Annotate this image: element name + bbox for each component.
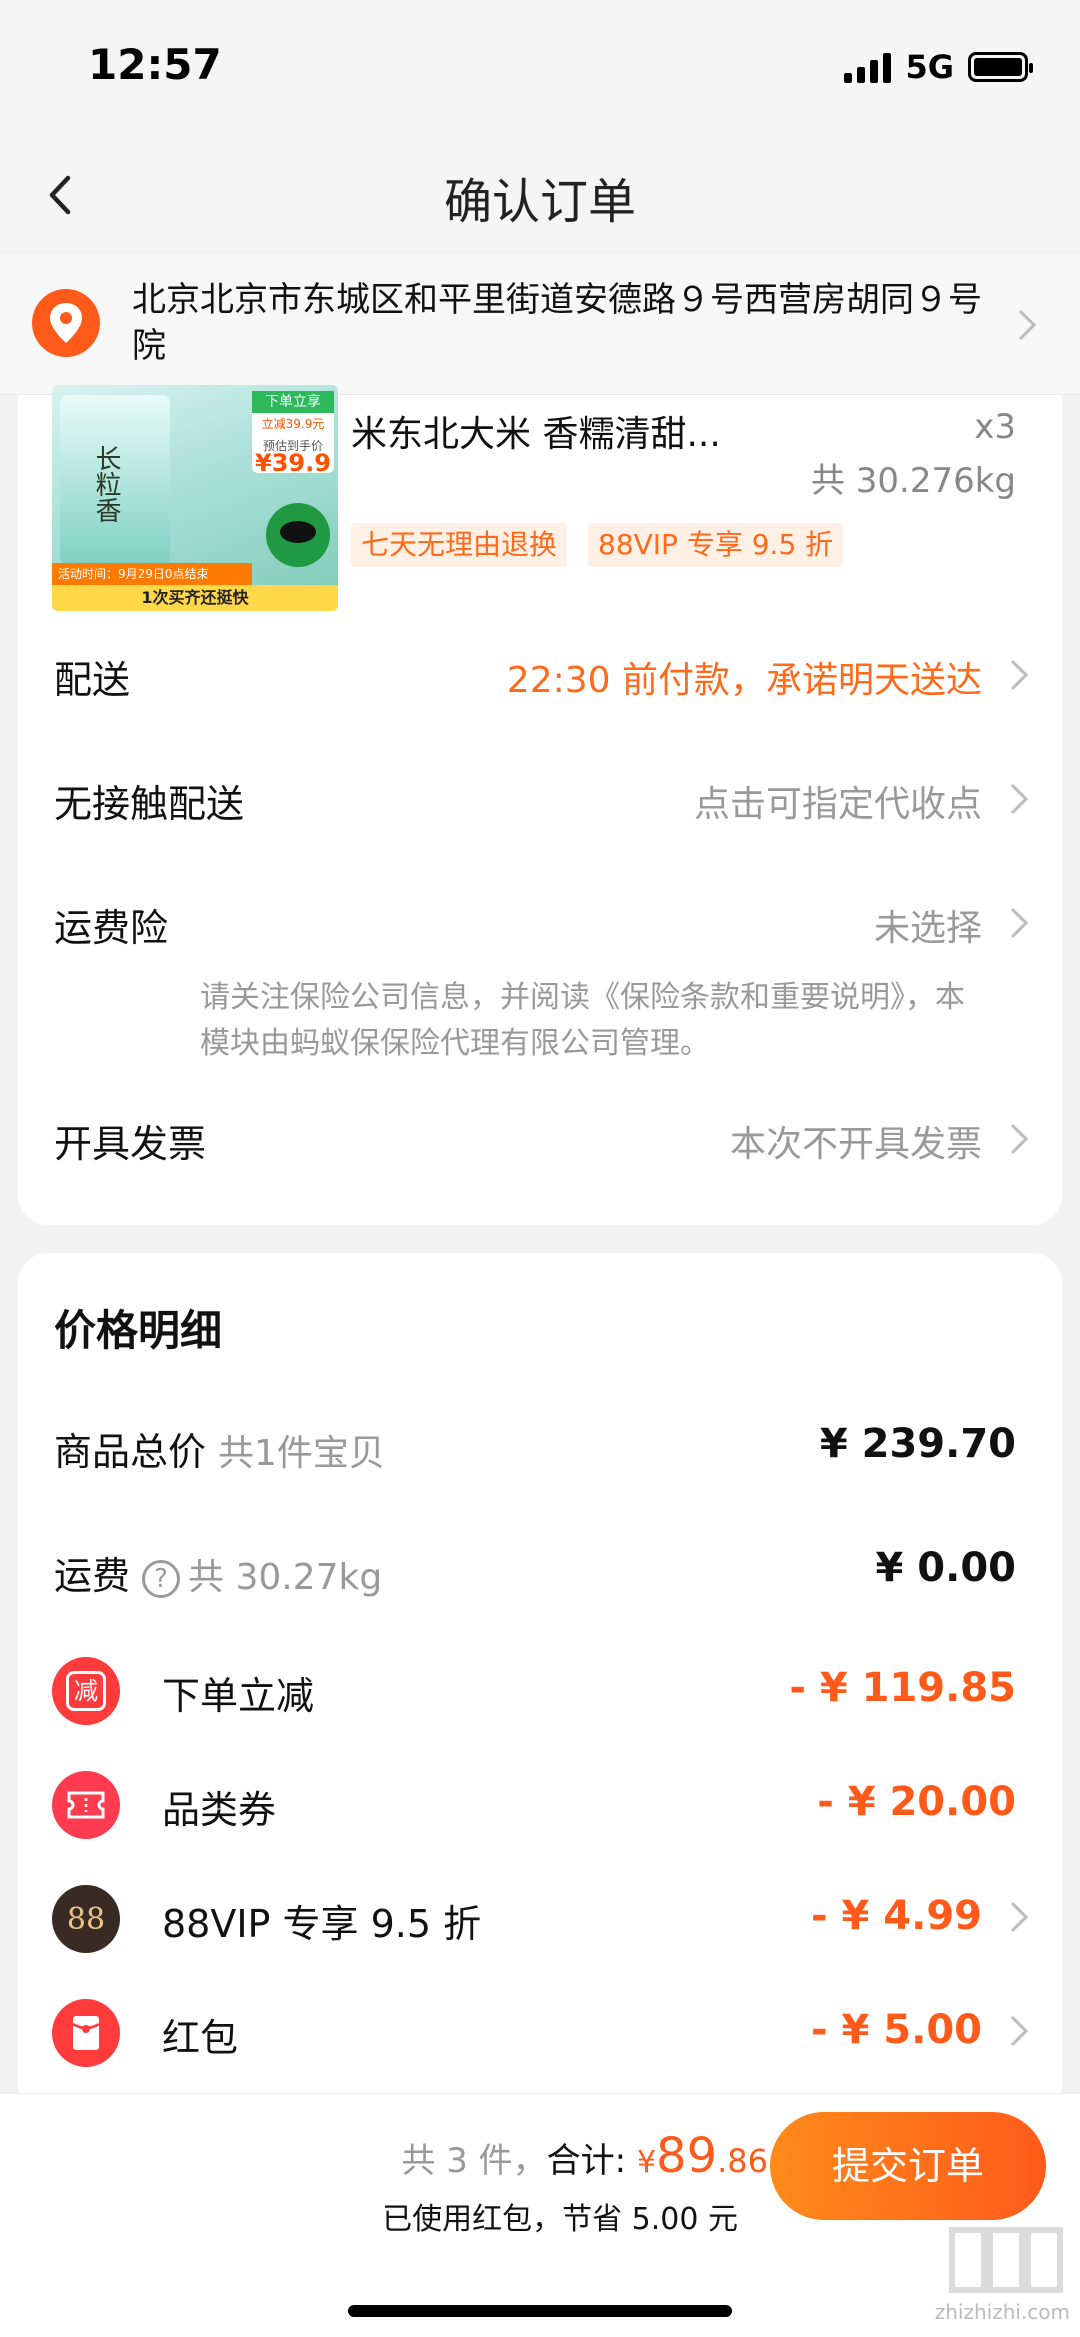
insurance-value[interactable]: 未选择 — [874, 899, 982, 951]
product-weight: 共 30.276kg — [810, 461, 1016, 501]
watermark-text: zhizhizhi.com — [934, 2300, 1070, 2324]
reduce-icon: 减 — [52, 1657, 120, 1725]
discount-reduce-value: - ¥ 119.85 — [789, 1665, 1016, 1711]
nav-bar: 确认订单 — [0, 140, 1080, 255]
chevron-right-icon — [1010, 1901, 1029, 1933]
location-pin-icon — [32, 289, 100, 357]
signal-icon — [844, 51, 892, 83]
coupon-icon — [52, 1771, 120, 1839]
status-bar: 12:57 5G — [0, 0, 1080, 140]
price-detail-card: 价格明细 商品总价 共1件宝贝 ¥ 239.70 运费? 共 30.27kg ¥ 0… — [18, 1253, 1062, 2113]
submit-order-button[interactable]: 提交订单 — [770, 2112, 1046, 2220]
product-title[interactable]: 米东北大米 香糯清甜... — [351, 405, 721, 457]
checkout-bar: 共 3 件，合计: ¥89.86 已使用红包，节省 5.00 元 提交订单 — [0, 2093, 1080, 2337]
goods-total-label: 商品总价 共1件宝贝 — [54, 1421, 385, 1476]
chevron-right-icon — [1010, 783, 1029, 815]
goods-total-label-text: 商品总价 — [54, 1430, 207, 1474]
section-title: 价格明细 — [54, 1306, 223, 1355]
goods-total-value: ¥ 239.70 — [819, 1421, 1016, 1467]
discount-vip-value[interactable]: - ¥ 4.99 — [811, 1893, 982, 1939]
total-label: 合计: — [546, 2141, 627, 2181]
product-logo: 长粒香 — [91, 445, 121, 523]
discount-coupon-value: - ¥ 20.00 — [817, 1779, 1016, 1825]
contactless-value[interactable]: 点击可指定代收点 — [694, 775, 982, 827]
insurance-note: 请关注保险公司信息，并阅读《保险条款和重要说明》，本模块由蚂蚁保保险代理有限公司… — [200, 980, 965, 1061]
currency-symbol: ¥ — [636, 2145, 657, 2180]
promo-title: 下单立享 — [252, 391, 334, 413]
status-indicators: 5G — [844, 48, 1033, 86]
tag-vip: 88VIP 专享 9.5 折 — [588, 523, 844, 567]
chevron-right-icon — [1010, 1123, 1029, 1155]
discount-vip-label: 88VIP 专享 9.5 折 — [162, 1902, 482, 1946]
battery-icon — [968, 52, 1033, 82]
promo-time-banner: 活动时间：9月29日0点结束 — [52, 563, 252, 585]
shipping-label: 运费? 共 30.27kg — [54, 1545, 382, 1600]
invoice-label: 开具发票 — [54, 1122, 207, 1166]
discount-coupon-label: 品类券 — [162, 1788, 277, 1832]
chevron-right-icon — [1010, 907, 1029, 939]
address-text: 北京北京市东城区和平里街道安德路９号西营房胡同９号院 — [132, 280, 982, 366]
discount-reduce-label: 下单立减 — [162, 1674, 315, 1718]
product-image[interactable]: 长粒香 下单立享 立减39.9元 预估到手价 ¥39.9 活动时间：9月29日0… — [52, 385, 338, 611]
discount-redpacket-value[interactable]: - ¥ 5.00 — [811, 2007, 982, 2053]
product-qty: x3 — [974, 407, 1016, 447]
tag-return: 七天无理由退换 — [351, 523, 568, 567]
network-type: 5G — [905, 48, 954, 86]
total-integer: 89 — [656, 2128, 718, 2184]
promo-banner: 1次买齐还挺快 — [52, 585, 338, 611]
goods-total-sub: 共1件宝贝 — [218, 1433, 385, 1474]
chevron-right-icon — [1010, 2015, 1029, 2047]
status-time: 12:57 — [88, 40, 222, 89]
order-card: 长粒香 下单立享 立减39.9元 预估到手价 ¥39.9 活动时间：9月29日0… — [18, 385, 1062, 1225]
red-packet-icon — [52, 1999, 120, 2067]
address-bar[interactable]: 北京北京市东城区和平里街道安德路９号西营房胡同９号院 — [0, 255, 1080, 395]
shipping-sub: 共 30.27kg — [188, 1557, 383, 1598]
tmall-cat-icon — [266, 503, 330, 567]
page-title: 确认订单 — [443, 174, 636, 230]
chevron-right-icon — [1018, 309, 1037, 341]
total-cents: .86 — [717, 2142, 768, 2180]
home-indicator — [348, 2305, 732, 2317]
delivery-label: 配送 — [54, 658, 131, 702]
shipping-label-text: 运费 — [54, 1554, 131, 1598]
vip88-glyph: 88 — [66, 1901, 106, 1937]
order-summary: 共 3 件，合计: ¥89.86 — [401, 2128, 768, 2184]
promo-sub: 立减39.9元 — [261, 417, 325, 431]
insurance-label: 运费险 — [54, 906, 169, 950]
shipping-value: ¥ 0.00 — [875, 1545, 1016, 1591]
reduce-icon-glyph: 减 — [66, 1671, 106, 1711]
delivery-value[interactable]: 22:30 前付款，承诺明天送达 — [507, 651, 982, 703]
vip88-icon: 88 — [52, 1885, 120, 1953]
help-icon[interactable]: ? — [142, 1560, 181, 1598]
promo-price: ¥39.9 — [255, 449, 331, 477]
saved-text: 已使用红包，节省 5.00 元 — [382, 2202, 738, 2237]
discount-redpacket-label: 红包 — [162, 2016, 239, 2060]
invoice-value[interactable]: 本次不开具发票 — [730, 1115, 982, 1167]
contactless-label: 无接触配送 — [54, 782, 245, 826]
chevron-right-icon — [1010, 659, 1029, 691]
item-count: 共 3 件， — [401, 2141, 547, 2181]
